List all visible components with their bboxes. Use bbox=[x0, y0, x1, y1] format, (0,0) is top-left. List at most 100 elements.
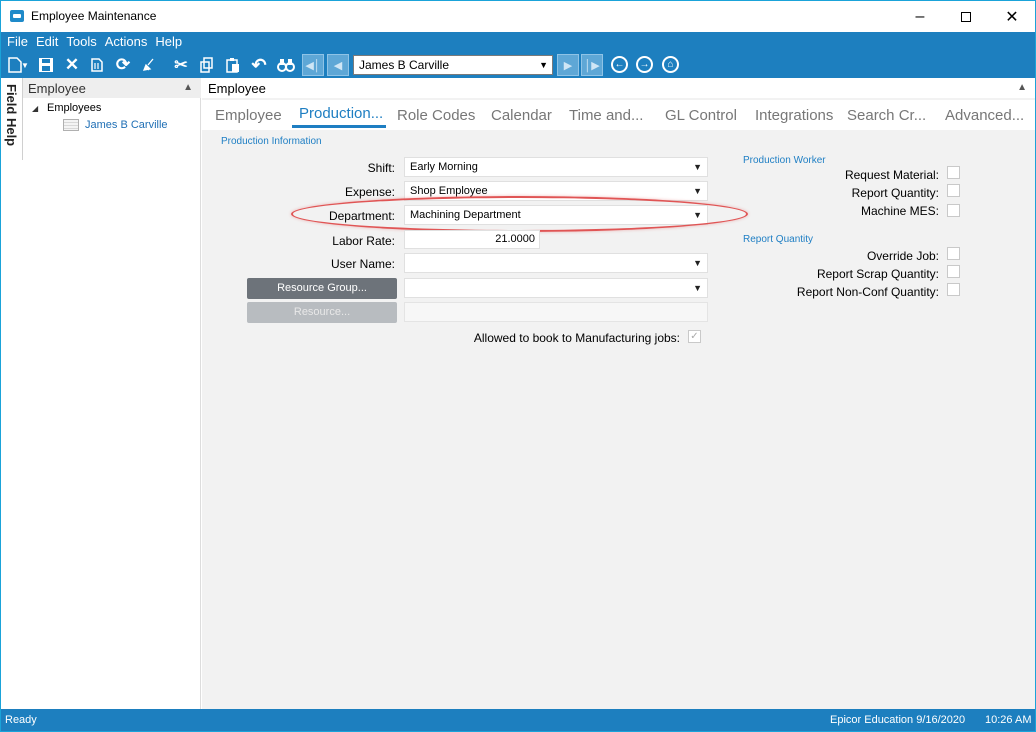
report-nonconf-checkbox[interactable] bbox=[947, 283, 960, 296]
toolbar: ▼ ✕ ⟳ ✂ ↶ ◀│ ◀ James B Carville ▼ ▶ │▶ ←… bbox=[1, 52, 1035, 78]
request-material-checkbox[interactable] bbox=[947, 166, 960, 179]
override-job-checkbox[interactable] bbox=[947, 247, 960, 260]
menu-tools[interactable]: Tools bbox=[62, 32, 100, 52]
save-icon[interactable] bbox=[36, 55, 56, 75]
menu-bar: File Edit Tools Actions Help bbox=[1, 32, 1035, 52]
field-help-label: Field Help bbox=[4, 84, 19, 147]
department-combo[interactable]: Machining Department ▼ bbox=[404, 205, 708, 225]
record-selector-value: James B Carville bbox=[359, 58, 450, 72]
status-text: Ready bbox=[5, 714, 37, 726]
employee-maintenance-window: Employee Maintenance – ✕ File Edit Tools… bbox=[0, 0, 1036, 732]
back-icon[interactable]: ← bbox=[611, 56, 628, 73]
clear-icon[interactable] bbox=[139, 55, 159, 75]
prev-record-icon[interactable]: ◀ bbox=[327, 54, 349, 76]
paste-icon[interactable] bbox=[223, 55, 243, 75]
chevron-down-icon: ▼ bbox=[693, 258, 702, 268]
status-bar: Ready Epicor Education 9/16/2020 10:26 A… bbox=[1, 709, 1035, 731]
tree-expand-icon[interactable]: ◢ bbox=[32, 104, 38, 113]
chevron-down-icon: ▼ bbox=[693, 210, 702, 220]
close-button[interactable]: ✕ bbox=[989, 1, 1035, 32]
last-record-icon[interactable]: │▶ bbox=[581, 54, 603, 76]
refresh-icon[interactable]: ⟳ bbox=[113, 55, 133, 75]
delete-icon[interactable]: ✕ bbox=[62, 55, 82, 75]
tree-item-employee[interactable]: James B Carville bbox=[85, 119, 168, 131]
override-job-label: Override Job: bbox=[866, 249, 939, 263]
resource-group-button[interactable]: Resource Group... bbox=[247, 278, 397, 299]
main-panel-header: Employee ▲ bbox=[202, 78, 1035, 98]
pin-icon[interactable]: ▲ bbox=[1017, 82, 1027, 93]
machine-mes-label: Machine MES: bbox=[860, 204, 939, 218]
minimize-button[interactable]: – bbox=[897, 1, 943, 32]
title-bar: Employee Maintenance – ✕ bbox=[1, 1, 1035, 32]
shift-combo[interactable]: Early Morning ▼ bbox=[404, 157, 708, 177]
tab-search-criteria[interactable]: Search Cr... bbox=[847, 107, 926, 124]
report-scrap-checkbox[interactable] bbox=[947, 265, 960, 278]
forward-icon[interactable]: → bbox=[636, 56, 653, 73]
tab-calendar[interactable]: Calendar bbox=[491, 107, 552, 124]
new-dropdown-chevron-down-icon[interactable]: ▼ bbox=[19, 55, 31, 75]
user-name-label: User Name: bbox=[330, 257, 395, 271]
tab-role-codes[interactable]: Role Codes bbox=[397, 107, 475, 124]
search-icon[interactable] bbox=[276, 55, 296, 75]
shift-label: Shift: bbox=[367, 161, 395, 175]
chevron-down-icon: ▼ bbox=[693, 283, 702, 293]
menu-edit[interactable]: Edit bbox=[32, 32, 62, 52]
chevron-down-icon: ▼ bbox=[693, 186, 702, 196]
tab-gl-control[interactable]: GL Control bbox=[665, 107, 737, 124]
production-information-group-title: Production Information bbox=[221, 136, 322, 147]
production-form: Production Information Shift: Early Morn… bbox=[202, 130, 1035, 709]
tab-employee[interactable]: Employee bbox=[215, 107, 282, 124]
main-panel-title: Employee bbox=[208, 81, 266, 96]
home-icon[interactable]: ⌂ bbox=[662, 56, 679, 73]
tree-panel-title: Employee bbox=[28, 81, 86, 96]
chevron-down-icon: ▼ bbox=[539, 60, 548, 70]
tab-integrations[interactable]: Integrations bbox=[755, 107, 833, 124]
window-title: Employee Maintenance bbox=[31, 9, 157, 23]
expense-label: Expense: bbox=[344, 185, 395, 199]
undo-icon[interactable]: ↶ bbox=[249, 55, 269, 75]
tab-advanced[interactable]: Advanced... bbox=[945, 107, 1024, 124]
tab-strip: Employee Production... Role Codes Calend… bbox=[202, 100, 1035, 130]
user-name-combo[interactable]: ▼ bbox=[404, 253, 708, 273]
labor-rate-input[interactable]: 21.0000 bbox=[404, 230, 540, 249]
left-gutter bbox=[1, 160, 23, 709]
employee-record-icon bbox=[63, 119, 79, 131]
pin-icon[interactable]: ▲ bbox=[183, 82, 193, 93]
allowed-mfg-checkbox[interactable]: ✓ bbox=[688, 330, 701, 343]
app-icon bbox=[10, 10, 24, 22]
main-panel: Employee ▲ Employee Production... Role C… bbox=[202, 78, 1035, 709]
status-time: 10:26 AM bbox=[985, 714, 1032, 726]
machine-mes-checkbox[interactable] bbox=[947, 204, 960, 217]
cut-icon[interactable]: ✂ bbox=[171, 55, 191, 75]
copy-icon[interactable] bbox=[197, 55, 217, 75]
resource-field[interactable] bbox=[404, 302, 708, 322]
production-worker-group-title: Production Worker bbox=[743, 155, 826, 166]
tab-time-and[interactable]: Time and... bbox=[569, 107, 643, 124]
menu-help[interactable]: Help bbox=[151, 32, 186, 52]
record-selector[interactable]: James B Carville ▼ bbox=[353, 55, 553, 75]
labor-rate-label: Labor Rate: bbox=[332, 234, 395, 248]
report-quantity-checkbox[interactable] bbox=[947, 184, 960, 197]
maximize-button[interactable] bbox=[943, 1, 989, 32]
expense-value: Shop Employee bbox=[410, 185, 488, 197]
report-quantity-group-title: Report Quantity bbox=[743, 234, 814, 245]
resource-button[interactable]: Resource... bbox=[247, 302, 397, 323]
department-label: Department: bbox=[328, 209, 395, 223]
resource-group-combo[interactable]: ▼ bbox=[404, 278, 708, 298]
next-record-icon[interactable]: ▶ bbox=[557, 54, 579, 76]
tree-panel-header: Employee ▲ bbox=[23, 78, 201, 98]
first-record-icon[interactable]: ◀│ bbox=[302, 54, 324, 76]
checkmark-icon: ✓ bbox=[690, 331, 699, 342]
shift-value: Early Morning bbox=[410, 161, 478, 173]
menu-actions[interactable]: Actions bbox=[101, 32, 152, 52]
chevron-down-icon: ▼ bbox=[693, 162, 702, 172]
attach-icon[interactable] bbox=[87, 55, 107, 75]
report-nonconf-label: Report Non-Conf Quantity: bbox=[796, 285, 939, 299]
field-help-tab[interactable]: Field Help bbox=[1, 78, 23, 160]
active-tab-indicator bbox=[292, 125, 386, 128]
expense-combo[interactable]: Shop Employee ▼ bbox=[404, 181, 708, 201]
menu-file[interactable]: File bbox=[3, 32, 32, 52]
tab-production[interactable]: Production... bbox=[299, 105, 383, 122]
report-scrap-label: Report Scrap Quantity: bbox=[816, 267, 939, 281]
tree-root-employees[interactable]: Employees bbox=[47, 102, 101, 114]
